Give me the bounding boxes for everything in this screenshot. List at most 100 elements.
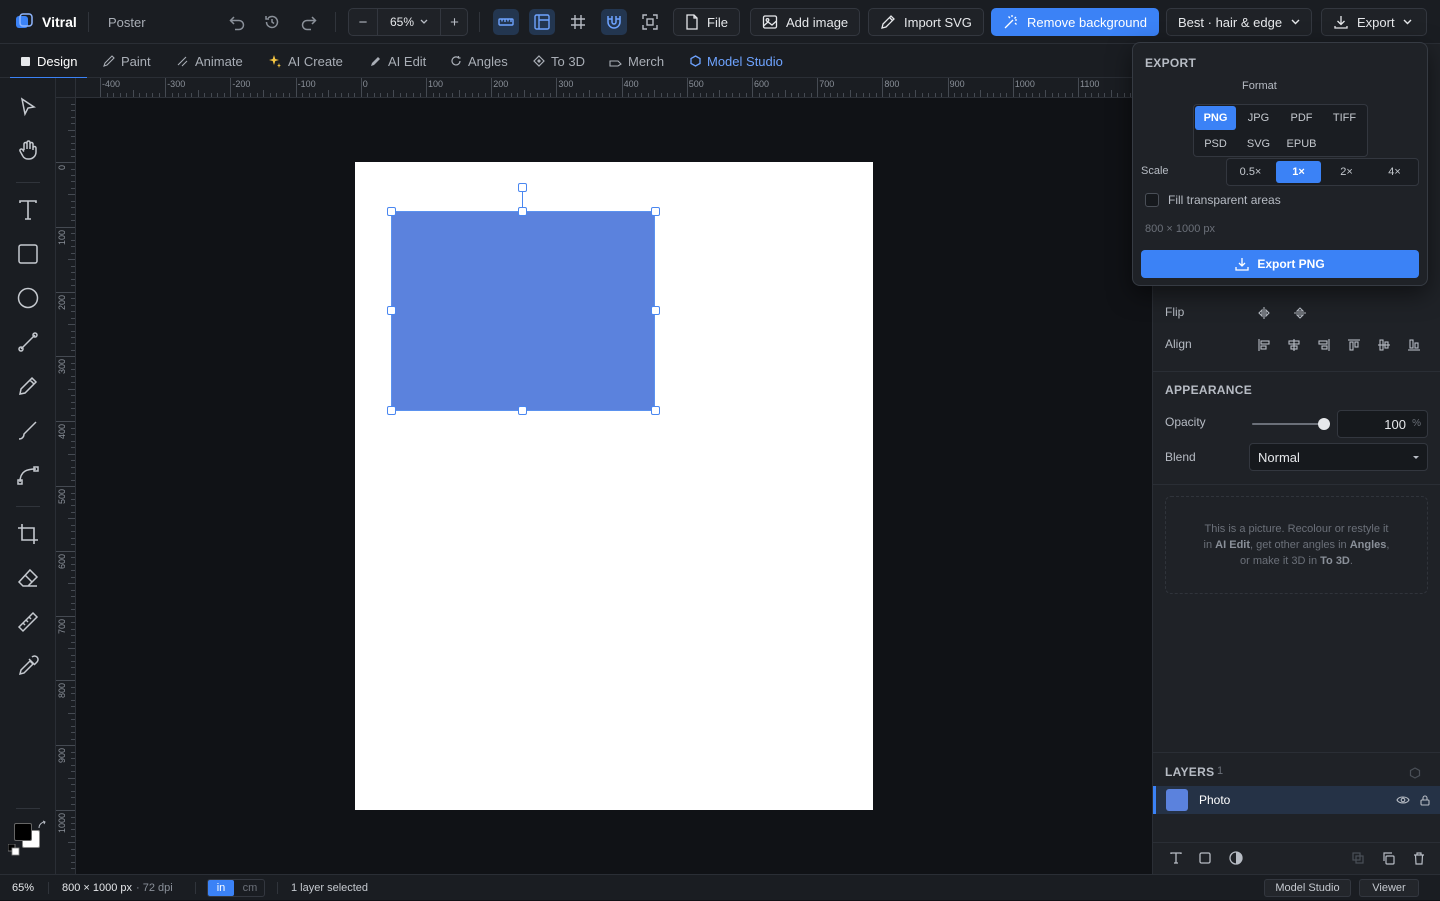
add-image-button[interactable]: Add image	[750, 8, 861, 36]
align-right-icon[interactable]	[1315, 336, 1333, 354]
resize-handle-nw[interactable]	[387, 207, 396, 216]
duplicate-layer-icon[interactable]	[1379, 849, 1397, 867]
pencil-tool-icon[interactable]	[14, 372, 42, 400]
model-studio-button[interactable]: Model Studio	[1264, 879, 1351, 897]
ellipse-tool-icon[interactable]	[14, 284, 42, 312]
align-left-icon[interactable]	[1255, 336, 1273, 354]
snap-magnet-icon[interactable]	[601, 9, 627, 35]
redo-button[interactable]	[296, 9, 322, 35]
crop-tool-icon[interactable]	[14, 520, 42, 548]
zoom-in-button[interactable]: +	[441, 9, 468, 35]
eyedropper-tool-icon[interactable]	[14, 652, 42, 680]
format-png[interactable]: PNG	[1195, 106, 1236, 130]
delete-layer-icon[interactable]	[1410, 849, 1428, 867]
mask-layer-icon[interactable]	[1349, 849, 1367, 867]
rotation-handle[interactable]	[518, 183, 527, 192]
document-title[interactable]: Poster	[108, 12, 146, 32]
scale-1x[interactable]: 1×	[1276, 161, 1321, 183]
zoom-select[interactable]: 65%	[378, 9, 440, 35]
format-svg[interactable]: SVG	[1238, 132, 1279, 156]
format-psd[interactable]: PSD	[1195, 132, 1236, 156]
hand-tool-icon[interactable]	[14, 136, 42, 164]
foreground-color-swatch[interactable]	[14, 823, 32, 841]
format-epub[interactable]: EPUB	[1281, 132, 1322, 156]
viewer-button[interactable]: Viewer	[1359, 879, 1419, 897]
unit-inches[interactable]: in	[208, 880, 234, 896]
ruler-h-label: 100	[428, 79, 444, 89]
angles-link[interactable]: Angles	[1350, 539, 1387, 551]
line-tool-icon[interactable]	[14, 328, 42, 356]
ai-edit-link[interactable]: AI Edit	[1215, 539, 1250, 551]
scale-4x[interactable]: 4×	[1372, 161, 1417, 183]
visibility-eye-icon[interactable]	[1394, 791, 1412, 809]
add-text-layer-icon[interactable]	[1167, 849, 1185, 867]
resize-handle-e[interactable]	[651, 306, 660, 315]
swap-colors-icon	[38, 820, 46, 829]
layers-settings-icon[interactable]	[1406, 764, 1424, 782]
opacity-input[interactable]: 100 %	[1337, 410, 1428, 438]
zoom-out-button[interactable]: −	[349, 9, 377, 35]
align-middle-icon[interactable]	[1375, 336, 1393, 354]
tab-ai-create[interactable]: AI Create	[268, 44, 343, 78]
unit-centimeters[interactable]: cm	[236, 880, 264, 896]
format-pdf[interactable]: PDF	[1281, 106, 1322, 130]
text-tool-icon[interactable]	[14, 196, 42, 224]
tab-to-3d[interactable]: To 3D	[533, 44, 585, 78]
resize-handle-ne[interactable]	[651, 207, 660, 216]
eraser-tool-icon[interactable]	[14, 564, 42, 592]
export-png-button[interactable]: Export PNG	[1141, 250, 1419, 278]
adjustment-layer-icon[interactable]	[1227, 849, 1245, 867]
quality-select[interactable]: Best · hair & edge	[1166, 8, 1312, 36]
scale-0-5x[interactable]: 0.5×	[1228, 161, 1273, 183]
opacity-slider-thumb[interactable]	[1318, 418, 1330, 430]
lock-icon[interactable]	[1416, 791, 1434, 809]
export-menu-button[interactable]: Export	[1321, 8, 1427, 36]
artboard-page[interactable]	[355, 162, 873, 810]
tab-ai-edit[interactable]: AI Edit	[370, 44, 426, 78]
grid-icon[interactable]	[565, 9, 591, 35]
import-svg-button[interactable]: Import SVG	[868, 8, 984, 36]
history-button[interactable]	[259, 9, 285, 35]
resize-handle-se[interactable]	[651, 406, 660, 415]
tab-paint[interactable]: Paint	[102, 44, 151, 78]
align-label: Align	[1165, 337, 1192, 351]
ruler-toggle-icon[interactable]	[493, 9, 519, 35]
tab-animate[interactable]: Animate	[176, 44, 243, 78]
opacity-slider[interactable]	[1252, 418, 1330, 430]
brush-tool-icon[interactable]	[14, 416, 42, 444]
select-tool-icon[interactable]	[14, 93, 42, 121]
format-tiff[interactable]: TIFF	[1324, 106, 1365, 130]
color-swatches[interactable]	[8, 820, 48, 860]
scale-2x[interactable]: 2×	[1324, 161, 1369, 183]
format-jpg[interactable]: JPG	[1238, 106, 1279, 130]
align-bottom-icon[interactable]	[1405, 336, 1423, 354]
layout-guides-icon[interactable]	[529, 9, 555, 35]
rectangle-tool-icon[interactable]	[14, 240, 42, 268]
flip-horizontal-icon[interactable]	[1255, 304, 1273, 322]
resize-handle-n[interactable]	[518, 207, 527, 216]
blend-mode-select[interactable]: Normal	[1249, 443, 1428, 471]
layer-row[interactable]: Photo	[1153, 786, 1440, 814]
tab-merch[interactable]: Merch	[609, 44, 664, 78]
fill-transparent-checkbox[interactable]	[1145, 193, 1159, 207]
to-3d-link[interactable]: To 3D	[1320, 555, 1350, 567]
ruler-corner	[56, 78, 76, 98]
canvas-area[interactable]	[76, 98, 1152, 874]
undo-button[interactable]	[224, 9, 250, 35]
resize-handle-w[interactable]	[387, 306, 396, 315]
align-center-h-icon[interactable]	[1285, 336, 1303, 354]
add-shape-layer-icon[interactable]	[1196, 849, 1214, 867]
path-tool-icon[interactable]	[14, 460, 42, 488]
file-button[interactable]: File	[673, 8, 740, 36]
ruler-tool-icon[interactable]	[14, 608, 42, 636]
opacity-unit: %	[1412, 418, 1421, 429]
align-top-icon[interactable]	[1345, 336, 1363, 354]
fit-screen-icon[interactable]	[637, 9, 663, 35]
resize-handle-s[interactable]	[518, 406, 527, 415]
tab-design[interactable]: Design	[9, 44, 89, 79]
tab-angles[interactable]: Angles	[450, 44, 508, 78]
flip-vertical-icon[interactable]	[1291, 304, 1309, 322]
remove-background-button[interactable]: Remove background	[991, 8, 1159, 36]
tab-model-studio[interactable]: Model Studio	[690, 44, 783, 78]
resize-handle-sw[interactable]	[387, 406, 396, 415]
